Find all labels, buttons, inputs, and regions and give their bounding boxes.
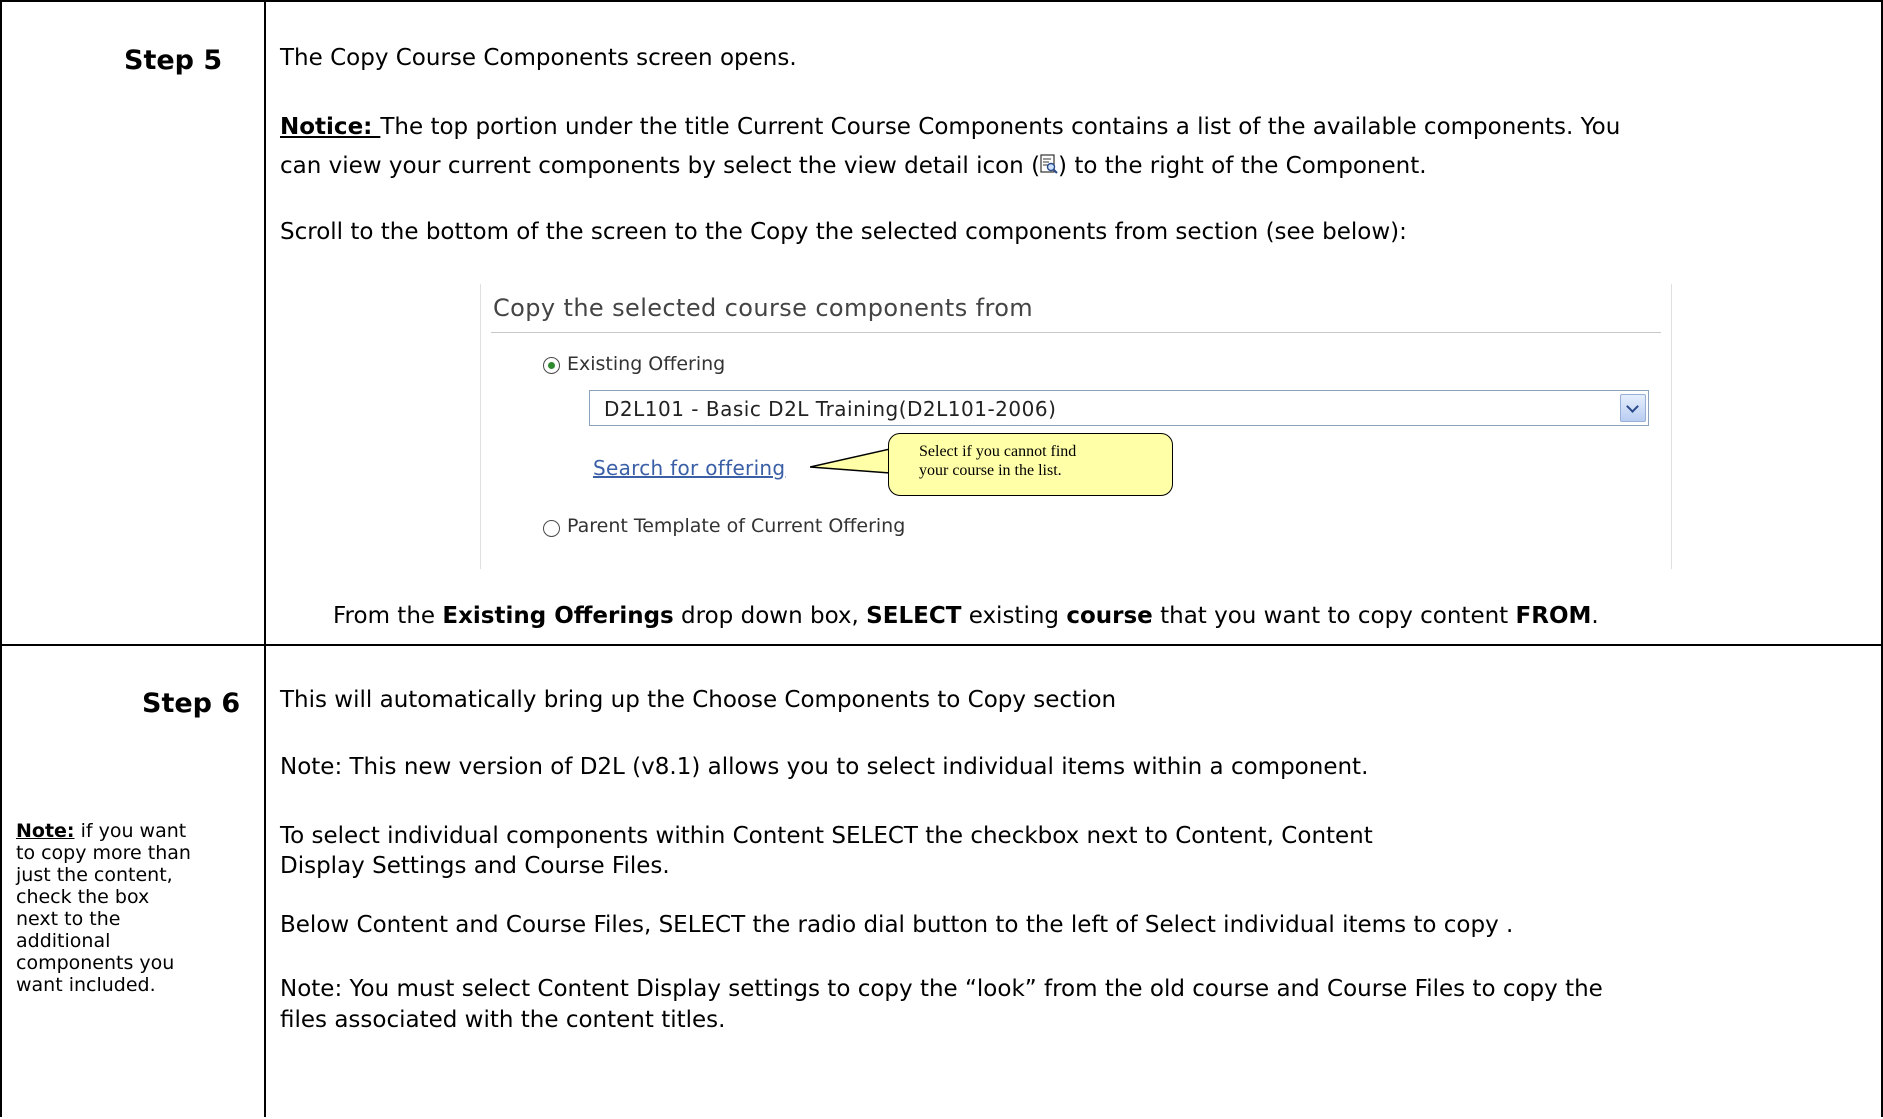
step6-side-note: Note: if you want to copy more than just… [16, 820, 251, 996]
chevron-down-icon[interactable] [1620, 394, 1646, 422]
panel-divider [491, 332, 1661, 333]
side-note-line: just the content, [16, 864, 173, 886]
side-note-line: to copy more than [16, 842, 191, 864]
instruction-table: Step 5 The Copy Course Components screen… [0, 0, 1883, 1117]
step6-line-1: This will automatically bring up the Cho… [280, 687, 1117, 713]
existing-offering-label: Existing Offering [567, 353, 726, 375]
step6-line-2: Note: This new version of D2L (v8.1) all… [280, 754, 1369, 780]
callout-pointer [810, 448, 892, 474]
footer-text: . [1591, 603, 1599, 629]
column-divider [264, 2, 266, 644]
step5-footer: From the Existing Offerings drop down bo… [333, 598, 1881, 634]
callout-line-1: Select if you cannot find [919, 443, 1077, 460]
notice-text-c: ) to the right of the Component. [1058, 153, 1427, 179]
side-note-line: next to the [16, 908, 121, 930]
side-note-label: Note: [16, 820, 75, 842]
footer-text: drop down box, [673, 603, 867, 629]
column-divider [264, 646, 266, 1117]
step6-row: Step 6 Note: if you want to copy more th… [0, 644, 1883, 1117]
step6-line-3b: Display Settings and Course Files. [280, 853, 670, 879]
search-tip-callout: Select if you cannot find your course in… [888, 433, 1173, 496]
copy-components-panel: Copy the selected course components from… [480, 284, 1672, 569]
footer-text: existing [961, 603, 1067, 629]
footer-bold: FROM [1515, 603, 1592, 629]
footer-text: From the [333, 603, 443, 629]
notice-label: Notice: [280, 114, 381, 140]
callout-line-2: your course in the list. [919, 462, 1062, 479]
side-note-line: want included. [16, 974, 156, 996]
notice-line-1: Notice: The top portion under the title … [280, 109, 1861, 145]
side-note-line: if you want [80, 820, 187, 842]
side-note-line: additional [16, 930, 111, 952]
notice-text-b: can view your current components by sele… [280, 153, 1041, 179]
footer-bold: SELECT [866, 603, 962, 629]
parent-template-radio[interactable] [543, 520, 560, 537]
step5-intro: The Copy Course Components screen opens. [280, 45, 797, 71]
offering-select[interactable]: D2L101 - Basic D2L Training(D2L101-2006) [589, 390, 1649, 426]
parent-template-label: Parent Template of Current Offering [567, 515, 906, 537]
notice-line-2: can view your current components by sele… [280, 148, 1861, 184]
step6-line-4: Below Content and Course Files, SELECT t… [280, 912, 1514, 938]
step6-content: This will automatically bring up the Cho… [280, 646, 1861, 1119]
view-detail-icon [1040, 151, 1058, 174]
side-note-line: check the box [16, 886, 150, 908]
scroll-instruction: Scroll to the bottom of the screen to th… [280, 219, 1407, 245]
panel-title: Copy the selected course components from [493, 294, 1034, 322]
step6-line-5b: files associated with the content titles… [280, 1007, 726, 1033]
side-note-line: components you [16, 952, 175, 974]
step6-label: Step 6 [142, 688, 241, 719]
notice-text-a: The top portion under the title Current … [380, 114, 1621, 140]
footer-bold: course [1066, 603, 1153, 629]
existing-offering-radio[interactable] [543, 357, 560, 374]
search-for-offering-link[interactable]: Search for offering [593, 456, 785, 480]
step5-row: Step 5 The Copy Course Components screen… [0, 0, 1883, 644]
step5-label: Step 5 [124, 45, 223, 76]
footer-text: that you want to copy content [1152, 603, 1516, 629]
offering-select-value: D2L101 - Basic D2L Training(D2L101-2006) [604, 397, 1057, 421]
footer-bold: Existing Offerings [442, 603, 674, 629]
